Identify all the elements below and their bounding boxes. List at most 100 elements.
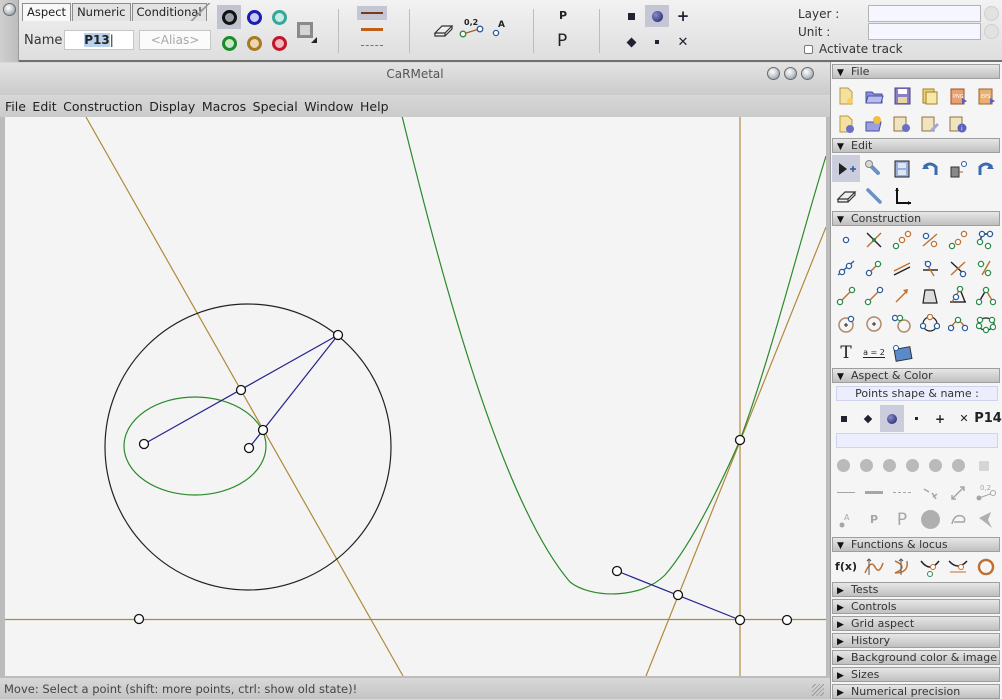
point[interactable] <box>734 434 746 446</box>
wrench-icon[interactable] <box>860 155 888 182</box>
point[interactable] <box>257 424 269 436</box>
section-background[interactable]: ▶ Background color & image <box>832 650 1000 665</box>
resize-grip[interactable] <box>812 684 824 696</box>
ray-icon[interactable] <box>944 226 972 253</box>
export-eps-icon[interactable]: EPS <box>972 82 1000 109</box>
small-label-button[interactable]: P <box>559 9 567 22</box>
section-controls[interactable]: ▶ Controls <box>832 599 1000 614</box>
point[interactable] <box>235 384 247 396</box>
conic-icon[interactable] <box>972 310 1000 337</box>
arrow-icon[interactable] <box>888 282 916 309</box>
color-red-button[interactable] <box>267 31 291 55</box>
locus2-icon[interactable] <box>944 553 972 580</box>
show-value-button[interactable]: 0,2 <box>458 17 486 39</box>
intersection-icon[interactable] <box>860 226 888 253</box>
menu-help[interactable]: Help <box>360 96 395 117</box>
angle-bisector-icon[interactable] <box>972 254 1000 281</box>
triangle-icon[interactable] <box>944 282 972 309</box>
function-icon[interactable] <box>860 553 888 580</box>
geometry-canvas[interactable] <box>5 117 826 676</box>
point[interactable] <box>611 565 623 577</box>
curve-locus[interactable] <box>401 117 826 595</box>
toolbar-grip[interactable] <box>0 0 19 62</box>
arc-icon[interactable] <box>944 310 972 337</box>
point-shape-x[interactable]: ✕ <box>671 31 695 53</box>
maximize-button[interactable] <box>784 67 797 80</box>
name-input[interactable]: P13| <box>64 30 134 50</box>
line-icon[interactable] <box>916 226 944 253</box>
segment-icon[interactable] <box>832 254 860 281</box>
point[interactable] <box>781 614 793 626</box>
section-tests[interactable]: ▶ Tests <box>832 582 1000 597</box>
macro-edit-icon[interactable] <box>916 110 944 137</box>
angle-icon[interactable] <box>972 282 1000 309</box>
point[interactable] <box>138 438 150 450</box>
axes-icon[interactable] <box>888 182 916 209</box>
point-icon[interactable] <box>832 226 860 253</box>
shape-square-button[interactable] <box>832 405 856 432</box>
open-macro-folder-icon[interactable] <box>860 110 888 137</box>
perpendicular-icon[interactable] <box>916 254 944 281</box>
tab-numeric[interactable]: Numeric <box>72 3 131 21</box>
section-numerical-precision[interactable]: ▶ Numerical precision <box>832 684 1000 699</box>
fill-dropdown-icon[interactable] <box>311 37 317 43</box>
menu-window[interactable]: Window <box>304 96 360 117</box>
line-oblique[interactable] <box>85 117 404 676</box>
color-blue-button[interactable] <box>242 5 266 29</box>
unit-input[interactable] <box>868 23 981 40</box>
save-icon[interactable] <box>888 82 916 109</box>
fixed-circle-icon[interactable] <box>860 310 888 337</box>
fixed-segment-icon[interactable] <box>860 254 888 281</box>
segment2-icon[interactable] <box>832 282 860 309</box>
macro-info-icon[interactable]: i <box>944 110 972 137</box>
image-icon[interactable] <box>888 339 916 366</box>
alias-input[interactable]: <Alias> <box>139 30 211 50</box>
point[interactable] <box>332 329 344 341</box>
section-file[interactable]: ▼ File <box>832 64 1000 79</box>
polygon-icon[interactable] <box>916 282 944 309</box>
circle3-icon[interactable] <box>888 310 916 337</box>
macro-settings-icon[interactable] <box>888 110 916 137</box>
layer-spin-icon[interactable] <box>984 6 999 21</box>
new-macro-icon[interactable] <box>832 110 860 137</box>
locus-icon[interactable] <box>916 553 944 580</box>
fill-square-icon[interactable] <box>297 22 313 38</box>
section-functions-locus[interactable]: ▼ Functions & locus <box>832 537 1000 552</box>
dashed-line-button[interactable] <box>357 38 387 52</box>
toolbar-toggle-knob[interactable] <box>3 3 16 16</box>
midpoint-icon[interactable] <box>888 226 916 253</box>
menu-display[interactable]: Display <box>149 96 202 117</box>
expression-icon[interactable]: a = 2 <box>860 339 888 366</box>
undo-icon[interactable] <box>916 155 944 182</box>
point[interactable] <box>243 442 255 454</box>
segment-chain-icon[interactable] <box>972 226 1000 253</box>
point-shape-square[interactable] <box>619 5 643 27</box>
shape-cross-button[interactable]: + <box>928 405 952 432</box>
tangent-line[interactable] <box>645 226 826 676</box>
menu-edit[interactable]: Edit <box>32 96 63 117</box>
shape-x-button[interactable]: ✕ <box>952 405 976 432</box>
point-name-field[interactable] <box>836 433 998 448</box>
menu-construction[interactable]: Construction <box>63 96 149 117</box>
eraser-icon[interactable] <box>832 182 860 209</box>
menu-special[interactable]: Special <box>253 96 305 117</box>
circle-icon[interactable] <box>832 310 860 337</box>
export-png-icon[interactable]: PNG <box>944 82 972 109</box>
point-shape-diamond[interactable] <box>619 31 643 53</box>
section-sizes[interactable]: ▶ Sizes <box>832 667 1000 682</box>
thin-line-button[interactable] <box>357 6 387 20</box>
text-icon[interactable]: T <box>832 339 860 366</box>
copy-icon[interactable] <box>916 82 944 109</box>
function-fx-icon[interactable]: f(x) <box>832 553 860 580</box>
next-point-name[interactable]: P14 <box>974 405 1002 432</box>
large-label-button[interactable]: P <box>557 31 567 51</box>
section-history[interactable]: ▶ History <box>832 633 1000 648</box>
point-shape-cross[interactable]: + <box>671 5 695 27</box>
point-shape-circle[interactable] <box>645 5 669 27</box>
tab-aspect[interactable]: Aspect <box>22 3 72 21</box>
delete-icon[interactable] <box>944 155 972 182</box>
properties-icon[interactable] <box>860 182 888 209</box>
move-tool-icon[interactable] <box>832 155 860 182</box>
point[interactable] <box>133 613 145 625</box>
color-black-button[interactable] <box>217 5 241 29</box>
